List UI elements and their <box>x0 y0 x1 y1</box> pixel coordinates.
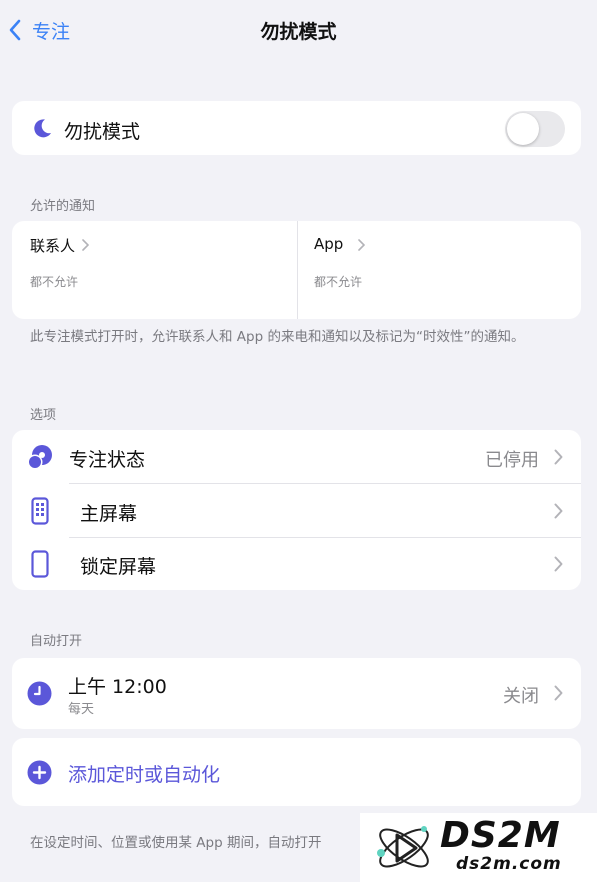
chevron-right-icon <box>554 449 563 465</box>
people-label: 联系人 <box>30 237 76 255</box>
chevron-right-icon <box>554 556 563 572</box>
atom-logo-icon <box>377 826 429 868</box>
apps-cell[interactable]: App 都不允许 <box>298 221 581 319</box>
schedule-time: 上午 12:00 <box>68 676 167 698</box>
dnd-toggle-card: 勿扰模式 <box>12 101 581 155</box>
lock-screen-label: 锁定屏幕 <box>80 556 157 578</box>
home-screen-icon <box>31 497 49 525</box>
allowed-card: 联系人 都不允许 App 都不允许 <box>12 221 581 319</box>
add-automation-label: 添加定时或自动化 <box>68 764 221 786</box>
schedule-status: 关闭 <box>503 686 539 707</box>
dnd-toggle[interactable] <box>505 111 565 147</box>
people-value: 都不允许 <box>30 275 79 289</box>
toggle-knob <box>507 113 539 145</box>
schedule-card[interactable]: 上午 12:00 每天 关闭 <box>12 658 581 729</box>
lock-screen-icon <box>31 550 49 578</box>
watermark-url: ds2m.com <box>456 854 562 874</box>
apps-label: App <box>314 235 344 253</box>
option-focus-status[interactable]: 专注状态 已停用 <box>12 430 581 483</box>
watermark-name: DS2M <box>440 815 561 856</box>
option-home-screen[interactable]: 主屏幕 <box>12 484 581 537</box>
clock-icon <box>27 681 52 706</box>
page-title: 勿扰模式 <box>260 21 337 43</box>
chevron-right-icon <box>554 685 563 701</box>
auto-note: 在设定时间、位置或使用某 App 期间，自动打开 <box>30 835 322 851</box>
options-section-label: 选项 <box>30 408 57 423</box>
auto-section-label: 自动打开 <box>30 634 83 649</box>
chevron-right-icon <box>82 239 89 251</box>
chevron-right-icon <box>554 503 563 519</box>
add-automation-button[interactable]: 添加定时或自动化 <box>12 738 581 806</box>
home-screen-label: 主屏幕 <box>80 503 138 525</box>
focus-status-value: 已停用 <box>485 450 539 471</box>
focus-status-icon <box>27 445 52 470</box>
schedule-repeat: 每天 <box>68 702 95 717</box>
option-lock-screen[interactable]: 锁定屏幕 <box>12 538 581 590</box>
moon-icon <box>34 119 51 138</box>
options-card: 专注状态 已停用 主屏幕 锁定屏幕 <box>12 430 581 590</box>
focus-status-label: 专注状态 <box>69 449 146 471</box>
chevron-right-icon <box>358 239 365 251</box>
allowed-note: 此专注模式打开时，允许联系人和 App 的来电和通知以及标记为“时效性”的通知。 <box>30 329 525 345</box>
allowed-section-label: 允许的通知 <box>30 199 96 214</box>
watermark-logo: DS2M ds2m.com <box>360 813 597 882</box>
plus-circle-icon <box>27 760 52 785</box>
dnd-label: 勿扰模式 <box>64 121 141 143</box>
people-cell[interactable]: 联系人 都不允许 <box>12 221 297 319</box>
apps-value: 都不允许 <box>314 275 363 289</box>
